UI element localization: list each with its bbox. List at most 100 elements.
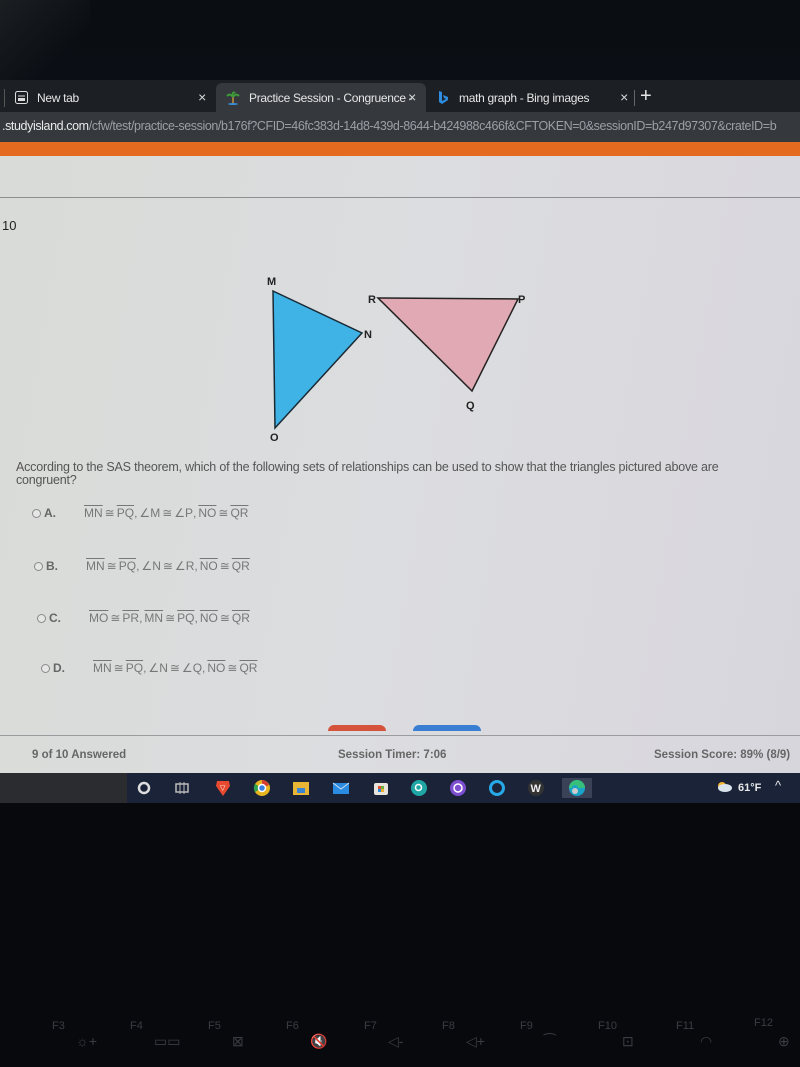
angle-symbol: ∠ — [174, 559, 186, 573]
tab-divider — [634, 90, 635, 106]
mail-icon[interactable] — [331, 778, 351, 798]
tab-title: New tab — [37, 90, 79, 105]
function-key-f11: F11 — [676, 1020, 695, 1032]
segment-label: QR — [231, 611, 250, 625]
congruent-symbol: ≅ — [227, 661, 238, 675]
brave-icon[interactable]: ▽ — [213, 778, 233, 798]
url-path: /cfw/test/practice-session/b176f?CFID=46… — [88, 119, 777, 133]
radio-button[interactable] — [34, 561, 43, 571]
vertex-label-n: N — [364, 329, 372, 341]
answer-option-c[interactable]: C. MO ≅ PR, MN ≅ PQ, NO ≅ QR — [37, 611, 250, 625]
vertex-label-o: O — [270, 432, 279, 444]
file-explorer-icon[interactable] — [291, 778, 311, 798]
segment-congruence: MN ≅ PQ — [144, 611, 194, 625]
submit-button[interactable] — [328, 725, 386, 731]
cortana-icon[interactable] — [487, 778, 507, 798]
function-key-f8: F8 — [442, 1020, 455, 1032]
vertex-label-q: Q — [466, 400, 475, 412]
taskbar-search-area[interactable] — [0, 773, 127, 803]
function-key-f6: F6 — [286, 1020, 299, 1032]
radio-button[interactable] — [41, 663, 50, 673]
vertex-label-m: M — [267, 276, 276, 288]
congruent-symbol: ≅ — [110, 611, 121, 625]
search-icon[interactable] — [134, 778, 154, 798]
vertex-label-r: R — [368, 294, 376, 306]
separator: , — [193, 506, 197, 520]
store-icon[interactable] — [371, 778, 391, 798]
weather-widget[interactable]: 61°F — [716, 781, 761, 795]
congruent-symbol: ≅ — [219, 611, 230, 625]
segment-label: NO — [199, 611, 218, 625]
function-key-f9: F9 — [520, 1020, 533, 1032]
angle-label: P — [185, 506, 194, 520]
close-tab-icon[interactable]: × — [620, 89, 628, 105]
windows-taskbar: ▽ W 61°F ^ — [0, 773, 800, 803]
function-key-f7: F7 — [364, 1020, 377, 1032]
tab-title: math graph - Bing images — [459, 90, 590, 105]
separator: , — [134, 506, 138, 520]
zoom-search-icon[interactable] — [409, 778, 429, 798]
edge-icon[interactable] — [562, 778, 592, 798]
tab-bing-images[interactable]: math graph - Bing images × — [428, 83, 638, 112]
new-tab-button[interactable]: + — [640, 85, 652, 107]
separator: , — [143, 661, 147, 675]
url-text[interactable]: .studyisland.com/cfw/test/practice-sessi… — [2, 119, 777, 133]
congruent-symbol: ≅ — [165, 611, 176, 625]
congruent-symbol: ≅ — [219, 559, 230, 573]
segment-congruence: MN ≅ PQ — [86, 559, 136, 573]
answer-option-d[interactable]: D. MN ≅ PQ, ∠N ≅ ∠Q, NO ≅ QR — [41, 661, 257, 675]
angle-symbol: ∠ — [139, 506, 151, 520]
congruent-symbol: ≅ — [106, 559, 117, 573]
function-key-f10: F10 — [598, 1020, 617, 1032]
angle-label: R — [185, 559, 195, 573]
answer-option-b[interactable]: B. MN ≅ PQ, ∠N ≅ ∠R, NO ≅ QR — [34, 559, 250, 573]
segment-label: MN — [86, 559, 105, 573]
function-key-glyph-icon: ◁- — [388, 1033, 404, 1049]
segment-congruence: NO ≅ QR — [198, 506, 248, 520]
svg-text:W: W — [531, 783, 542, 795]
w-app-icon[interactable]: W — [526, 778, 546, 798]
segment-label: MN — [144, 611, 164, 625]
separator: , — [136, 559, 140, 573]
task-view-icon[interactable] — [172, 778, 192, 798]
next-button[interactable] — [413, 725, 481, 731]
segment-label: NO — [198, 506, 217, 520]
option-letter: C. — [49, 611, 61, 625]
answer-option-a[interactable]: A. MN ≅ PQ, ∠M ≅ ∠P, NO ≅ QR — [32, 506, 248, 520]
segment-label: PR — [122, 611, 140, 625]
close-tab-icon[interactable]: × — [198, 89, 206, 105]
tab-practice-session[interactable]: Practice Session - Congruence - × — [216, 83, 426, 112]
tab-new-tab[interactable]: New tab × — [4, 83, 216, 112]
screen-glare — [0, 0, 90, 80]
function-key-glyph-icon: ☼+ — [76, 1033, 98, 1049]
vertex-label-p: P — [518, 294, 525, 306]
answered-count: 9 of 10 Answered — [32, 749, 127, 761]
angle-symbol: ∠ — [174, 506, 186, 520]
address-bar[interactable]: .studyisland.com/cfw/test/practice-sessi… — [0, 112, 800, 142]
radio-button[interactable] — [32, 508, 41, 518]
new-tab-page-icon — [14, 91, 28, 105]
browser-tab-bar: New tab × Practice Session - Congruence … — [0, 80, 800, 112]
function-key-glyph-icon: ◠ — [700, 1033, 713, 1049]
show-hidden-icons-chevron-icon[interactable]: ^ — [775, 778, 781, 793]
angle-symbol: ∠ — [148, 661, 160, 675]
function-key-f3: F3 — [52, 1020, 65, 1032]
app-purple-icon[interactable] — [448, 778, 468, 798]
function-key-f5: F5 — [208, 1020, 221, 1032]
function-key-glyph-icon: ⁀ — [544, 1033, 556, 1049]
close-tab-icon[interactable]: × — [408, 89, 416, 105]
angle-symbol: ∠ — [181, 661, 193, 675]
radio-button[interactable] — [37, 613, 46, 623]
congruent-symbol: ≅ — [113, 661, 124, 675]
function-key-f4: F4 — [130, 1020, 143, 1032]
function-key-glyph-icon: ⊠ — [232, 1033, 244, 1049]
separator: , — [194, 559, 198, 573]
congruent-symbol: ≅ — [218, 506, 229, 520]
segment-congruence: MN ≅ PQ — [84, 506, 134, 520]
function-key-glyph-icon: ◁+ — [466, 1033, 485, 1049]
congruent-symbol: ≅ — [162, 559, 173, 573]
option-letter: A. — [44, 506, 56, 520]
url-host: .studyisland.com — [2, 119, 89, 133]
chrome-icon[interactable] — [252, 778, 272, 798]
segment-label: PQ — [118, 559, 137, 573]
